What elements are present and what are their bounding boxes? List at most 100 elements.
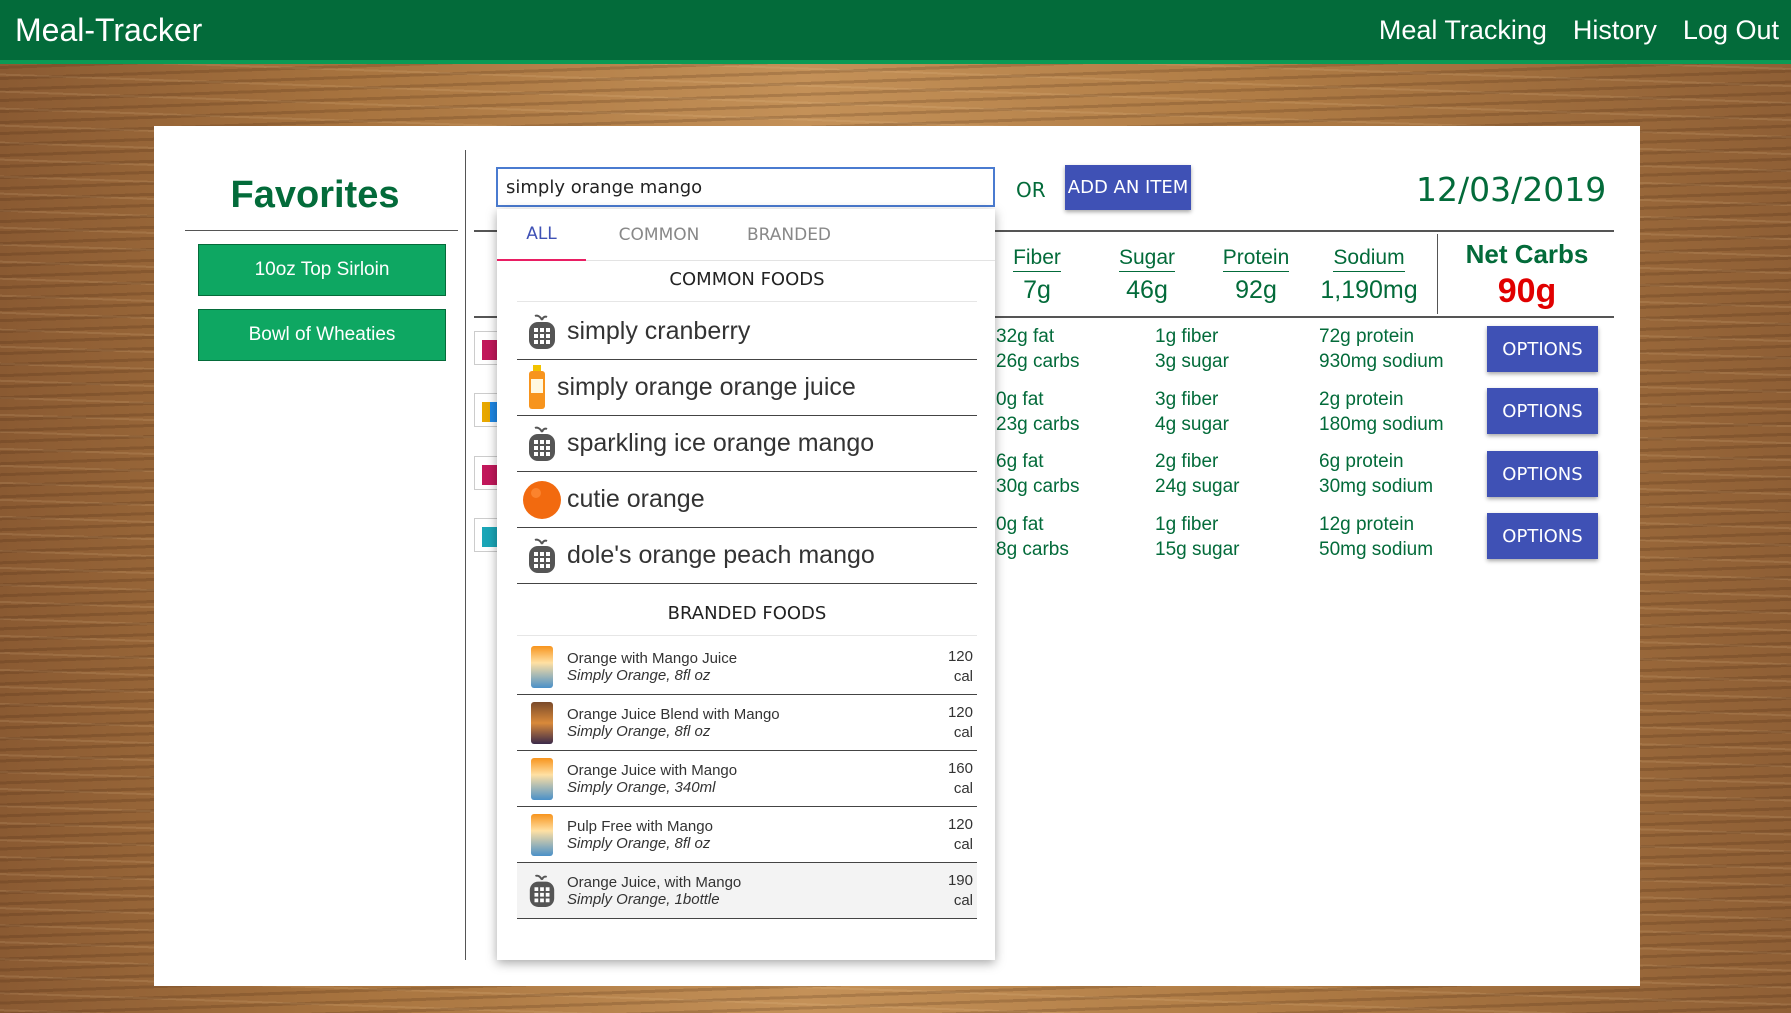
- nav-links: Meal Tracking History Log Out: [1379, 15, 1779, 46]
- result-tabs: ALL COMMON BRANDED: [497, 209, 995, 261]
- branded-foods-header: BRANDED FOODS: [517, 596, 977, 636]
- common-food-item[interactable]: sparkling ice orange mango: [517, 416, 977, 472]
- total-sugar-label[interactable]: Sugar: [1118, 246, 1176, 272]
- meal-color-swatch: [482, 527, 498, 547]
- add-item-button[interactable]: ADD AN ITEM: [1065, 165, 1191, 210]
- total-fiber: Fiber 7g: [997, 246, 1077, 305]
- meal-fiber: 3g fiber: [1155, 389, 1219, 410]
- meal-row-3-protein-sodium: 6g protein 30mg sodium: [1319, 449, 1433, 499]
- meal-row-2-protein-sodium: 2g protein 180mg sodium: [1319, 387, 1444, 437]
- options-button[interactable]: OPTIONS: [1487, 326, 1598, 372]
- total-sodium-label[interactable]: Sodium: [1333, 246, 1405, 272]
- total-protein-value: 92g: [1235, 276, 1277, 304]
- common-foods-header: COMMON FOODS: [517, 262, 977, 302]
- nav-history[interactable]: History: [1573, 15, 1657, 46]
- branded-food-brand: Simply Orange, 8fl oz: [567, 666, 711, 684]
- options-button[interactable]: OPTIONS: [1487, 513, 1598, 559]
- net-carbs-label: Net Carbs: [1465, 239, 1589, 269]
- calorie-value: 120: [947, 703, 973, 721]
- calorie-value: 190: [947, 871, 973, 889]
- branded-food-calories: 160 cal: [933, 759, 973, 799]
- food-search-input[interactable]: simply orange mango: [496, 167, 995, 207]
- meal-fiber: 2g fiber: [1155, 451, 1219, 472]
- branded-food-brand: Simply Orange, 8fl oz: [567, 834, 711, 852]
- common-food-item[interactable]: cutie orange: [517, 472, 977, 528]
- meal-color-swatch: [482, 465, 498, 485]
- nav-meal-tracking[interactable]: Meal Tracking: [1379, 15, 1547, 46]
- juice-bottle-photo: [517, 364, 557, 411]
- net-carbs-divider: [1437, 234, 1438, 314]
- branded-food-item[interactable]: Orange Juice Blend with Mango Simply Ora…: [517, 695, 977, 751]
- options-button[interactable]: OPTIONS: [1487, 388, 1598, 434]
- brand-title[interactable]: Meal-Tracker: [15, 12, 202, 49]
- common-food-name: simply cranberry: [567, 317, 751, 345]
- branded-food-calories: 120 cal: [933, 647, 973, 687]
- common-food-item[interactable]: simply cranberry: [517, 304, 977, 360]
- common-food-item[interactable]: simply orange orange juice: [517, 360, 977, 416]
- meal-fat: 0g fat: [996, 389, 1044, 410]
- sidebar-divider: [465, 150, 466, 960]
- favorites-divider: [185, 230, 458, 231]
- meal-carbs: 8g carbs: [996, 539, 1069, 560]
- meal-fiber: 1g fiber: [1155, 326, 1219, 347]
- meal-sodium: 50mg sodium: [1319, 539, 1434, 560]
- calorie-value: 160: [947, 759, 973, 777]
- favorite-button-sirloin[interactable]: 10oz Top Sirloin: [198, 244, 446, 296]
- calorie-unit: cal: [953, 667, 973, 685]
- favorite-button-wheaties[interactable]: Bowl of Wheaties: [198, 309, 446, 361]
- meal-row-4-fiber-sugar: 1g fiber 15g sugar: [1155, 512, 1240, 562]
- meal-fat: 32g fat: [996, 326, 1055, 347]
- net-carbs-value: 90g: [1497, 272, 1557, 310]
- meal-protein: 2g protein: [1319, 389, 1404, 410]
- meal-sugar: 4g sugar: [1155, 414, 1229, 435]
- calorie-unit: cal: [953, 835, 973, 853]
- branded-food-calories: 120 cal: [933, 815, 973, 855]
- navbar: Meal-Tracker Meal Tracking History Log O…: [0, 0, 1791, 64]
- common-food-name: sparkling ice orange mango: [567, 429, 875, 457]
- calorie-unit: cal: [953, 723, 973, 741]
- common-food-item[interactable]: dole's orange peach mango: [517, 528, 977, 584]
- branded-food-item[interactable]: Pulp Free with Mango Simply Orange, 8fl …: [517, 807, 977, 863]
- common-food-name: simply orange orange juice: [557, 373, 856, 401]
- meal-sugar: 15g sugar: [1155, 539, 1240, 560]
- generic-food-icon: [517, 313, 567, 351]
- total-protein-label[interactable]: Protein: [1222, 246, 1290, 272]
- branded-food-name: Orange Juice, with Mango: [567, 873, 742, 891]
- branded-food-brand: Simply Orange, 1bottle: [567, 890, 720, 908]
- meal-carbs: 26g carbs: [996, 351, 1080, 372]
- tab-common[interactable]: COMMON: [604, 209, 714, 261]
- orange-photo: [517, 480, 567, 520]
- meal-row-4-protein-sodium: 12g protein 50mg sodium: [1319, 512, 1433, 562]
- meal-row-1-fiber-sugar: 1g fiber 3g sugar: [1155, 324, 1229, 374]
- meal-row-1-fat-carbs: 32g fat 26g carbs: [996, 324, 1079, 374]
- main-panel: Favorites 10oz Top Sirloin Bowl of Wheat…: [154, 126, 1640, 986]
- total-fiber-label[interactable]: Fiber: [1013, 246, 1061, 272]
- carton-photo: [517, 813, 567, 856]
- total-sodium-value: 1,190mg: [1320, 276, 1418, 304]
- tab-all[interactable]: ALL: [497, 209, 586, 261]
- current-date[interactable]: 12/03/2019: [1416, 170, 1616, 209]
- favorites-title: Favorites: [230, 174, 400, 216]
- total-sugar-value: 46g: [1126, 276, 1168, 304]
- calorie-unit: cal: [953, 779, 973, 797]
- branded-food-item[interactable]: Orange with Mango Juice Simply Orange, 8…: [517, 639, 977, 695]
- calorie-value: 120: [947, 815, 973, 833]
- total-sodium: Sodium 1,190mg: [1314, 246, 1424, 305]
- meal-sugar: 3g sugar: [1155, 351, 1229, 372]
- branded-food-name: Pulp Free with Mango: [567, 817, 713, 835]
- branded-food-name: Orange Juice with Mango: [567, 761, 738, 779]
- branded-food-item[interactable]: Orange Juice with Mango Simply Orange, 3…: [517, 751, 977, 807]
- branded-food-brand: Simply Orange, 8fl oz: [567, 722, 711, 740]
- meal-carbs: 23g carbs: [996, 414, 1080, 435]
- meal-sodium: 930mg sodium: [1319, 351, 1444, 372]
- meal-protein: 72g protein: [1319, 326, 1415, 347]
- branded-food-calories: 190 cal: [933, 871, 973, 911]
- calorie-unit: cal: [953, 891, 973, 909]
- carton-photo: [517, 757, 567, 800]
- branded-food-item[interactable]: Orange Juice, with Mango Simply Orange, …: [517, 863, 977, 919]
- generic-food-icon: [517, 873, 567, 909]
- nav-log-out[interactable]: Log Out: [1683, 15, 1779, 46]
- tab-branded[interactable]: BRANDED: [734, 209, 844, 261]
- options-button[interactable]: OPTIONS: [1487, 451, 1598, 497]
- branded-food-name: Orange Juice Blend with Mango: [567, 705, 780, 723]
